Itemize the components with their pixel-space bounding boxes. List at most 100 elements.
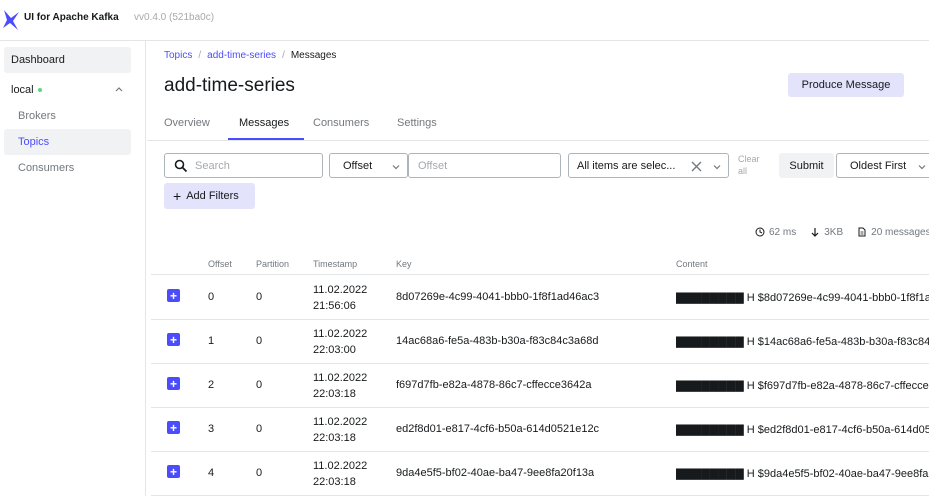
- cell-offset: 2: [208, 379, 215, 391]
- sidebar-item-label: Topics: [18, 136, 50, 148]
- clear-selection-icon[interactable]: [691, 161, 702, 172]
- seek-type-select[interactable]: Offset: [329, 153, 408, 178]
- submit-button[interactable]: Submit: [779, 153, 834, 178]
- expand-row-button[interactable]: +: [167, 289, 180, 302]
- timestamp-date: 11.02.2022: [313, 460, 368, 472]
- main-content: Topics / add-time-series / Messages add-time…: [147, 41, 929, 496]
- cell-offset: 0: [208, 291, 215, 303]
- timestamp-time: 22:03:00: [313, 344, 356, 356]
- bytes-value: 3KB: [824, 226, 844, 238]
- sidebar-item-label: Consumers: [18, 162, 75, 174]
- breadcrumb: Topics / add-time-series / Messages: [164, 50, 336, 61]
- timestamp-time: 21:56:06: [313, 300, 356, 312]
- kafka-logo-icon[interactable]: [2, 9, 20, 31]
- app-version: vv0.4.0 (521ba0c): [134, 12, 215, 23]
- breadcrumb-current: Messages: [290, 50, 337, 61]
- timestamp-date: 11.02.2022: [313, 284, 368, 296]
- timestamp-date: 11.02.2022: [313, 372, 368, 384]
- tab-messages[interactable]: Messages: [239, 117, 289, 129]
- cluster-name: local: [11, 84, 34, 96]
- timestamp-time: 22:03:18: [313, 388, 356, 400]
- sidebar-item-consumers[interactable]: Consumers: [11, 155, 131, 181]
- cell-partition: 0: [256, 335, 263, 347]
- cell-timestamp: 11.02.2022 22:03:18: [313, 458, 367, 490]
- tab-overview[interactable]: Overview: [164, 117, 210, 129]
- breadcrumb-topic-link[interactable]: add-time-series: [207, 50, 276, 61]
- top-bar: UI for Apache Kafka vv0.4.0 (521ba0c): [0, 0, 929, 41]
- breadcrumb-topics-link[interactable]: Topics: [164, 50, 192, 61]
- seek-type-value: Offset: [343, 159, 373, 172]
- cell-timestamp: 11.02.2022 22:03:18: [313, 370, 367, 402]
- sidebar: Dashboard local Brokers Topics Consumers: [0, 41, 146, 496]
- sidebar-cluster-local[interactable]: local: [4, 77, 131, 103]
- cell-content: ▇▇▇▇▇▇▇▇ H $ed2f8d01-e817-4cf6-b50a-614d…: [676, 424, 929, 436]
- sidebar-item-label: Brokers: [18, 110, 56, 122]
- chevron-down-icon: [918, 165, 926, 170]
- messages-count: 20 messages: [871, 226, 929, 238]
- column-header-offset: Offset: [208, 259, 232, 269]
- partitions-value: All items are selec...: [577, 159, 676, 172]
- timestamp-date: 11.02.2022: [313, 328, 368, 340]
- expand-row-button[interactable]: +: [167, 421, 180, 434]
- add-filters-button[interactable]: + Add Filters: [164, 183, 255, 209]
- elapsed-stat: 62 ms: [755, 227, 796, 238]
- cell-key: ed2f8d01-e817-4cf6-b50a-614d0521e12c: [396, 423, 600, 435]
- sort-order-value: Oldest First: [850, 159, 907, 172]
- topic-tabs: Overview Messages Consumers Settings: [147, 109, 929, 141]
- add-filters-label: Add Filters: [186, 190, 239, 202]
- column-header-partition: Partition: [256, 259, 290, 269]
- active-tab-indicator: [228, 138, 304, 140]
- app-title[interactable]: UI for Apache Kafka: [24, 12, 119, 23]
- cell-offset: 1: [208, 335, 215, 347]
- cell-offset: 3: [208, 423, 215, 435]
- cell-partition: 0: [256, 379, 263, 391]
- sidebar-item-label: Dashboard: [11, 54, 65, 66]
- cell-timestamp: 11.02.2022 22:03:18: [313, 414, 367, 446]
- table-row[interactable]: + 0 0 11.02.2022 21:56:06 8d07269e-4c99-…: [151, 276, 929, 320]
- expand-row-button[interactable]: +: [167, 333, 180, 346]
- table-row[interactable]: + 2 0 11.02.2022 22:03:18 f697d7fb-e82a-…: [151, 364, 929, 408]
- elapsed-value: 62 ms: [769, 226, 797, 238]
- expand-row-button[interactable]: +: [167, 465, 180, 478]
- sidebar-item-brokers[interactable]: Brokers: [11, 103, 131, 129]
- table-row[interactable]: + 1 0 11.02.2022 22:03:00 14ac68a6-fe5a-…: [151, 320, 929, 364]
- sort-order-select[interactable]: Oldest First: [836, 153, 929, 178]
- cell-key: f697d7fb-e82a-4878-86c7-cffecce3642a: [396, 379, 592, 391]
- table-row[interactable]: + 3 0 11.02.2022 22:03:18 ed2f8d01-e817-…: [151, 408, 929, 452]
- offset-placeholder: Offset: [418, 159, 448, 172]
- sidebar-item-dashboard[interactable]: Dashboard: [4, 47, 131, 73]
- plus-icon: +: [173, 187, 182, 204]
- table-row[interactable]: + 4 0 11.02.2022 22:03:18 9da4e5f5-bf02-…: [151, 452, 929, 496]
- search-placeholder: Search: [195, 159, 230, 172]
- search-icon: [174, 159, 188, 172]
- cluster-online-indicator: [37, 88, 42, 92]
- tab-settings[interactable]: Settings: [397, 117, 437, 129]
- arrow-down-icon: [811, 228, 819, 237]
- cell-partition: 0: [256, 467, 263, 479]
- sidebar-item-topics[interactable]: Topics: [4, 129, 131, 155]
- message-filters: Search Offset Offset All items are selec…: [147, 141, 929, 213]
- column-header-content: Content: [676, 259, 708, 269]
- cell-partition: 0: [256, 291, 263, 303]
- tab-consumers[interactable]: Consumers: [313, 117, 369, 129]
- clear-all-button[interactable]: Clear all: [738, 153, 764, 177]
- produce-message-button[interactable]: Produce Message: [788, 73, 904, 97]
- chevron-up-icon[interactable]: [114, 84, 124, 94]
- clock-icon: [755, 227, 765, 237]
- cell-content: ▇▇▇▇▇▇▇▇ H $8d07269e-4c99-4041-bbb0-1f8f…: [676, 292, 929, 304]
- timestamp-time: 22:03:18: [313, 476, 356, 488]
- breadcrumb-separator: /: [282, 50, 285, 61]
- search-input[interactable]: Search: [164, 153, 323, 178]
- breadcrumb-separator: /: [198, 50, 202, 61]
- expand-row-button[interactable]: +: [167, 377, 180, 390]
- cell-content: ▇▇▇▇▇▇▇▇ H $f697d7fb-e82a-4878-86c7-cffe…: [676, 380, 929, 392]
- cell-timestamp: 11.02.2022 21:56:06: [313, 282, 367, 314]
- cell-content: ▇▇▇▇▇▇▇▇ H $9da4e5f5-bf02-40ae-ba47-9ee8…: [676, 468, 929, 480]
- offset-input[interactable]: Offset: [408, 153, 561, 178]
- cell-partition: 0: [256, 423, 263, 435]
- bytes-stat: 3KB: [810, 227, 843, 238]
- message-stats: 62 ms 3KB 20 messages: [755, 225, 929, 239]
- messages-stat: 20 messages: [857, 227, 929, 238]
- table-header: Offset Partition Timestamp Key Content: [151, 251, 929, 275]
- partitions-select[interactable]: All items are selec...: [568, 153, 729, 178]
